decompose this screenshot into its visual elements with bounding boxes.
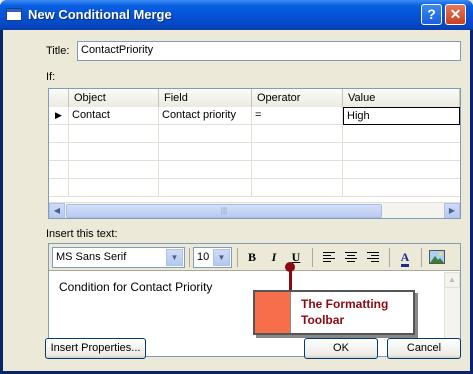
grid-header: Object Field Operator Value — [49, 89, 460, 107]
title-bar[interactable]: New Conditional Merge ? ✕ — [0, 0, 473, 30]
scroll-right-button[interactable]: ▶ — [444, 203, 460, 218]
row-indicator-empty — [49, 179, 69, 197]
cell-empty[interactable] — [69, 143, 159, 161]
align-left-button[interactable] — [319, 248, 339, 267]
cancel-button[interactable]: Cancel — [387, 338, 461, 359]
toolbar-separator — [389, 248, 390, 267]
grid-header-corner — [49, 89, 69, 107]
column-header-object[interactable]: Object — [69, 89, 159, 107]
horizontal-scrollbar[interactable]: ◀ ||| ▶ — [49, 202, 460, 218]
insert-properties-button[interactable]: Insert Properties... — [45, 338, 146, 359]
toolbar-separator — [312, 248, 313, 267]
dialog-client-area: Title: ContactPriority If: Object Field … — [3, 30, 470, 371]
align-center-icon — [345, 252, 357, 262]
cell-empty[interactable] — [252, 179, 343, 197]
font-name-dropdown[interactable]: MS Sans Serif ▼ — [52, 247, 185, 268]
table-row[interactable]: ▶ Contact Contact priority = High — [49, 107, 460, 125]
cell-empty[interactable] — [69, 161, 159, 179]
title-input[interactable]: ContactPriority — [77, 41, 461, 61]
table-row[interactable] — [49, 143, 460, 161]
annotation-callout: The Formatting Toolbar — [253, 290, 415, 335]
row-indicator-empty — [49, 125, 69, 143]
help-button[interactable]: ? — [421, 4, 442, 25]
cell-empty[interactable] — [159, 143, 252, 161]
font-name-value: MS Sans Serif — [56, 251, 127, 263]
formatting-toolbar: MS Sans Serif ▼ 10 ▼ B I U A — [49, 244, 460, 271]
toolbar-separator — [421, 248, 422, 267]
row-indicator-empty — [49, 161, 69, 179]
align-right-button[interactable] — [363, 248, 383, 267]
column-header-value[interactable]: Value — [343, 89, 460, 107]
callout-pointer-line — [289, 267, 292, 291]
cell-value[interactable]: High — [343, 107, 460, 125]
if-label: If: — [46, 71, 56, 83]
cell-empty[interactable] — [252, 125, 343, 143]
font-size-value: 10 — [197, 251, 210, 263]
cell-empty[interactable] — [69, 179, 159, 197]
row-indicator-icon: ▶ — [49, 107, 69, 125]
cell-empty[interactable] — [159, 179, 252, 197]
chevron-down-icon[interactable]: ▼ — [166, 249, 183, 266]
italic-button[interactable]: I — [264, 248, 284, 267]
scroll-up-button[interactable]: ▲ — [444, 272, 460, 288]
callout-text: The Formatting Toolbar — [301, 297, 389, 327]
column-header-operator[interactable]: Operator — [252, 89, 343, 107]
cell-empty[interactable] — [252, 143, 343, 161]
cell-object[interactable]: Contact — [69, 107, 159, 125]
window-title: New Conditional Merge — [28, 7, 172, 22]
column-header-field[interactable]: Field — [159, 89, 252, 107]
toolbar-separator — [237, 248, 238, 267]
align-right-icon — [367, 252, 379, 262]
scroll-left-button[interactable]: ◀ — [49, 203, 65, 218]
close-button[interactable]: ✕ — [445, 4, 466, 25]
bold-button[interactable]: B — [242, 248, 262, 267]
insert-picture-button[interactable] — [427, 248, 447, 267]
align-center-button[interactable] — [341, 248, 361, 267]
table-row[interactable] — [49, 125, 460, 143]
conditions-grid[interactable]: Object Field Operator Value ▶ Contact Co… — [48, 88, 461, 219]
cell-field[interactable]: Contact priority — [159, 107, 252, 125]
toolbar-separator — [189, 248, 190, 267]
ok-button[interactable]: OK — [304, 338, 378, 359]
cell-empty[interactable] — [69, 125, 159, 143]
table-row[interactable] — [49, 179, 460, 197]
window-icon — [6, 8, 22, 21]
font-color-icon: A — [400, 250, 410, 267]
callout-swatch — [255, 292, 291, 333]
cell-empty[interactable] — [159, 125, 252, 143]
cell-empty[interactable] — [252, 161, 343, 179]
font-color-button[interactable]: A — [395, 248, 415, 267]
picture-icon — [429, 250, 445, 264]
font-size-dropdown[interactable]: 10 ▼ — [193, 247, 232, 268]
align-left-icon — [323, 252, 335, 262]
chevron-down-icon[interactable]: ▼ — [213, 249, 230, 266]
cell-operator[interactable]: = — [252, 107, 343, 125]
insert-text-label: Insert this text: — [46, 228, 118, 240]
scroll-thumb[interactable]: ||| — [66, 204, 382, 218]
table-row[interactable] — [49, 161, 460, 179]
cell-empty[interactable] — [159, 161, 252, 179]
row-indicator-empty — [49, 143, 69, 161]
dialog-window: New Conditional Merge ? ✕ Title: Contact… — [0, 0, 473, 374]
title-label: Title: — [46, 45, 70, 57]
